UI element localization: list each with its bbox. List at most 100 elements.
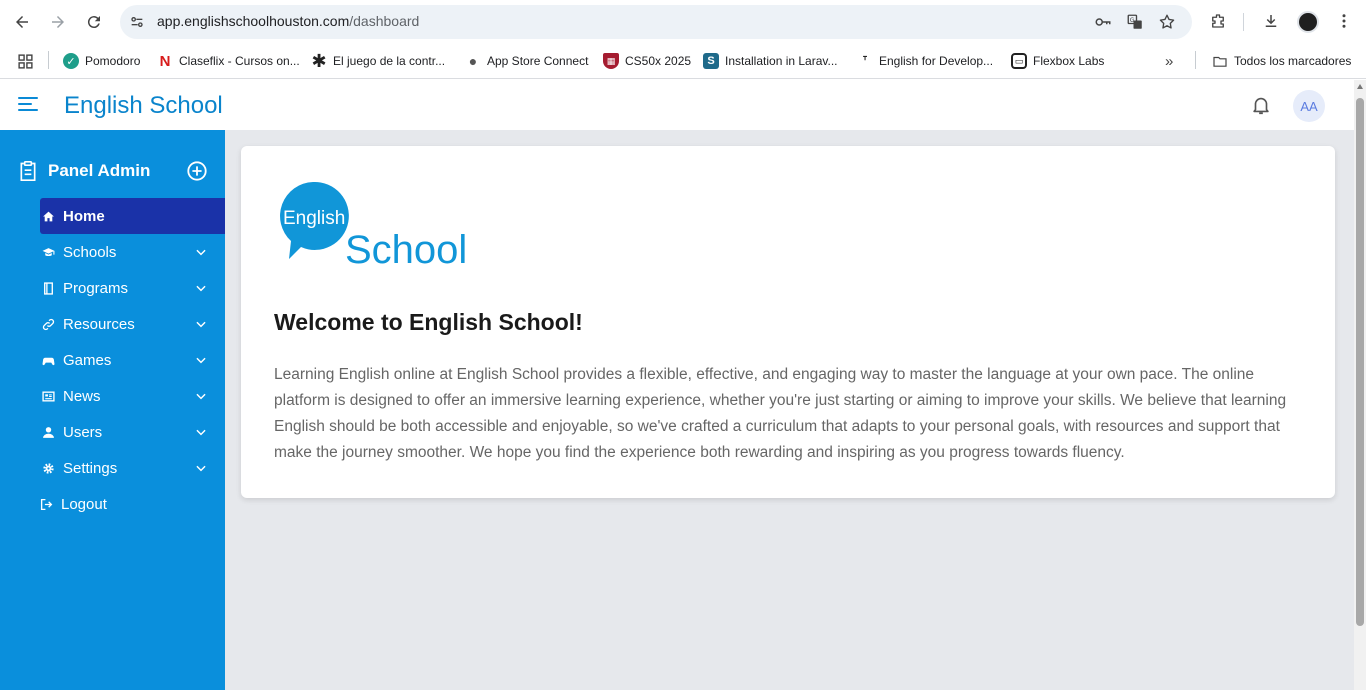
sidebar: Panel Admin Home Schools Programs Resour… [0, 130, 225, 690]
more-bookmarks-chevron-icon[interactable]: » [1165, 52, 1173, 70]
claseflix-icon: N [159, 52, 171, 70]
link-icon [41, 317, 55, 331]
url-host: app.englishschoolhouston.com [157, 13, 350, 29]
bookmark-label: Installation in Larav... [725, 54, 838, 68]
t-pin-icon: ᐪ [862, 52, 868, 69]
sidebar-item-label: Resources [63, 315, 135, 333]
gear-icon [41, 461, 55, 475]
sidebar-item-home[interactable]: Home [40, 198, 225, 234]
bookmark-english-dev[interactable]: ᐪ English for Develop... [857, 52, 993, 70]
check-circle-icon: ✓ [63, 53, 79, 69]
flexbox-icon: ▭ [1011, 53, 1027, 69]
url-path: /dashboard [349, 13, 420, 29]
bookmark-cs50[interactable]: ▦ CS50x 2025 [603, 52, 691, 70]
hamburger-menu-icon[interactable] [18, 97, 38, 111]
logout-icon [39, 497, 53, 511]
s-square-icon: S [703, 53, 719, 69]
scroll-up-arrow-icon[interactable] [1357, 84, 1363, 89]
arrow-left-icon [16, 16, 28, 28]
english-school-logo: English School [280, 181, 467, 270]
all-bookmarks-folder[interactable]: Todos los marcadores [1212, 52, 1351, 70]
sidebar-item-schools[interactable]: Schools [40, 234, 225, 270]
svg-text:School: School [345, 228, 467, 270]
scroll-thumb[interactable] [1356, 98, 1364, 626]
app-header: English School AA [0, 80, 1354, 130]
harvard-shield-icon: ▦ [603, 53, 619, 69]
avatar[interactable]: AA [1293, 90, 1325, 122]
bookmark-juego[interactable]: ✱ El juego de la contr... [311, 50, 446, 71]
sidebar-item-label: Programs [63, 279, 129, 297]
bookmarks-bar: ✓ Pomodoro N Claseflix - Cursos on... ✱ El … [0, 44, 1366, 79]
browser-toolbar: app.englishschoolhouston.com/dashboard G [0, 0, 1366, 44]
chevron-down-icon[interactable] [194, 389, 208, 403]
toolbar-divider [1243, 13, 1244, 31]
all-bookmarks-label: Todos los marcadores [1234, 54, 1352, 68]
sidebar-item-games[interactable]: Games [40, 342, 225, 378]
profile-avatar[interactable] [1297, 11, 1319, 33]
chevron-down-icon[interactable] [194, 461, 208, 475]
home-icon [41, 209, 55, 223]
address-bar[interactable]: app.englishschoolhouston.com/dashboard G [120, 5, 1192, 39]
welcome-card: English School Welcome to English School… [241, 146, 1335, 498]
graduation-cap-icon [41, 245, 55, 259]
arrow-right-icon [52, 16, 64, 28]
sidebar-item-label: News [63, 387, 101, 405]
bookmark-label: App Store Connect [487, 54, 589, 68]
brand-title[interactable]: English School [64, 92, 223, 120]
menu-kebab-icon[interactable] [1333, 10, 1355, 32]
reload-icon [87, 16, 100, 29]
bookmark-label: Flexbox Labs [1033, 54, 1105, 68]
site-settings-icon[interactable] [128, 13, 146, 31]
sidebar-header: Panel Admin [18, 160, 150, 182]
reload-button[interactable] [80, 8, 108, 36]
bookmark-label: CS50x 2025 [625, 54, 692, 68]
bookmark-label: Claseflix - Cursos on... [179, 54, 300, 68]
page-scrollbar[interactable] [1354, 80, 1366, 690]
chevron-down-icon[interactable] [194, 245, 208, 259]
sidebar-item-news[interactable]: News [40, 378, 225, 414]
asterisk-icon: ✱ [311, 50, 327, 71]
bookmark-label: Pomodoro [85, 54, 141, 68]
translate-icon[interactable]: G [1126, 13, 1144, 31]
bookmark-pomodoro[interactable]: ✓ Pomodoro [63, 52, 140, 70]
bookmark-star-icon[interactable] [1158, 13, 1176, 31]
sidebar-item-users[interactable]: Users [40, 414, 225, 450]
chevron-down-icon[interactable] [194, 353, 208, 367]
sidebar-item-label: Users [63, 423, 103, 441]
chevron-down-icon[interactable] [194, 281, 208, 295]
add-circle-icon[interactable] [186, 160, 208, 182]
gamepad-icon [41, 353, 55, 367]
sidebar-item-programs[interactable]: Programs [40, 270, 225, 306]
bookmark-label: El juego de la contr... [333, 54, 446, 68]
sidebar-item-label: Games [63, 351, 112, 369]
bookmark-laravel[interactable]: S Installation in Larav... [703, 52, 838, 70]
bookmarks-divider [48, 51, 49, 69]
bookmarks-divider [1195, 51, 1196, 69]
sidebar-item-resources[interactable]: Resources [40, 306, 225, 342]
svg-text:G: G [1130, 17, 1135, 24]
sidebar-title: Panel Admin [48, 161, 151, 180]
newspaper-icon [41, 389, 55, 403]
main-content: English School Welcome to English School… [225, 130, 1354, 690]
sidebar-item-label: Schools [63, 243, 117, 261]
book-icon [41, 281, 55, 295]
sidebar-item-logout[interactable]: Logout [38, 486, 223, 522]
bookmark-claseflix[interactable]: N Claseflix - Cursos on... [157, 52, 300, 70]
folder-icon [1212, 53, 1228, 69]
chevron-down-icon[interactable] [194, 317, 208, 331]
sidebar-item-label: Logout [61, 495, 107, 513]
bookmark-flexbox[interactable]: ▭ Flexbox Labs [1011, 52, 1104, 70]
url-text[interactable]: app.englishschoolhouston.com/dashboard [157, 13, 419, 29]
bell-icon[interactable] [1250, 94, 1272, 116]
bookmark-app-store[interactable]: ● App Store Connect [465, 52, 589, 70]
forward-button[interactable] [44, 8, 72, 36]
sidebar-item-settings[interactable]: Settings [40, 450, 225, 486]
download-icon[interactable] [1260, 10, 1282, 32]
back-button[interactable] [8, 8, 36, 36]
welcome-description: Learning English online at English Schoo… [274, 366, 1287, 461]
sidebar-item-label: Settings [63, 459, 118, 477]
password-key-icon[interactable] [1094, 13, 1112, 31]
extensions-icon[interactable] [1207, 10, 1229, 32]
chevron-down-icon[interactable] [194, 425, 208, 439]
apps-grid-icon[interactable] [17, 52, 34, 70]
